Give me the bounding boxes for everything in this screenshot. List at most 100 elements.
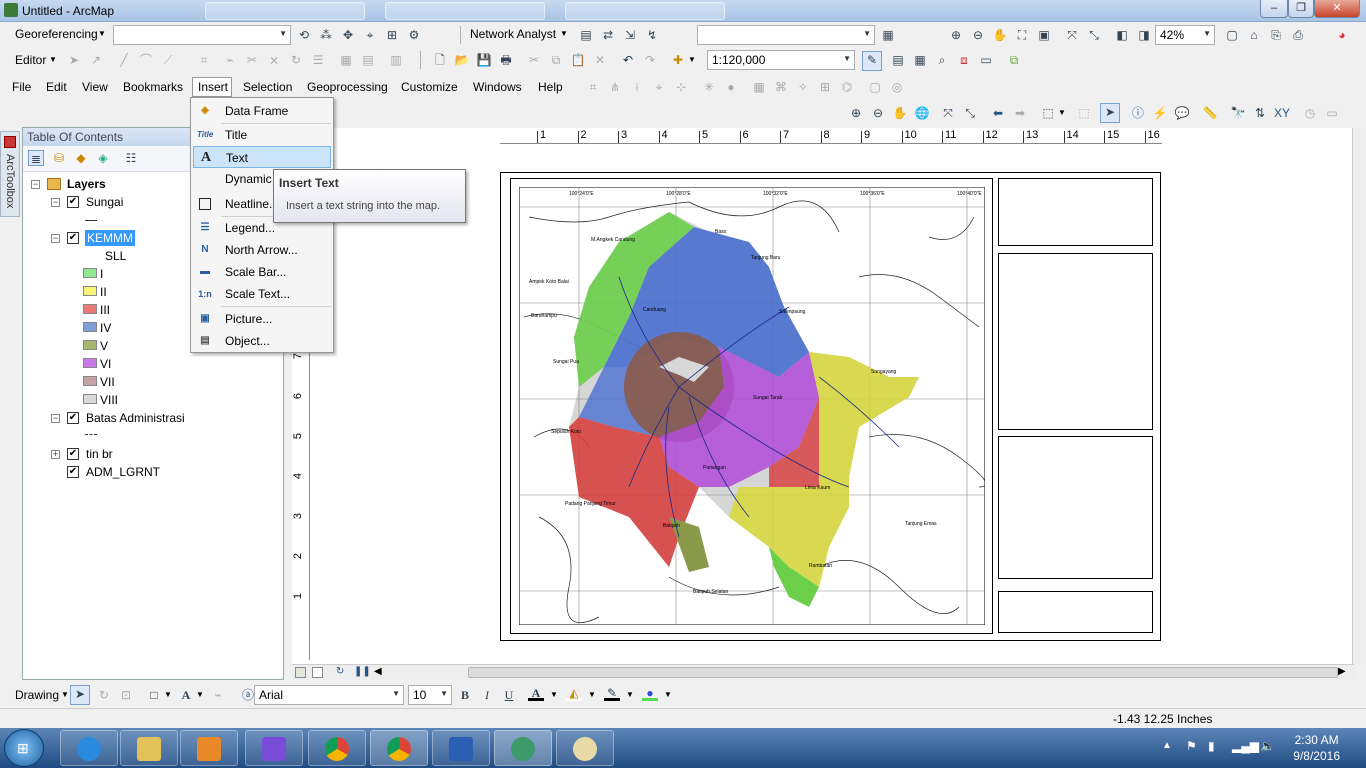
menu-selection[interactable]: Selection <box>243 80 292 94</box>
fixed-zoom-in-map-icon[interactable]: ⤧ <box>940 105 956 121</box>
taskbar-paint[interactable] <box>556 730 614 766</box>
pause-drawing-icon[interactable]: ❚❚ <box>354 666 371 677</box>
list-by-drawing-order-icon[interactable]: ≣ <box>28 150 44 166</box>
network-layer-combo[interactable]: ▼ <box>697 25 875 45</box>
chevron-down-icon[interactable]: ▼ <box>196 690 204 699</box>
scroll-left-icon[interactable]: ◀ <box>374 666 382 677</box>
menu-item-text[interactable]: A Text <box>193 146 331 168</box>
menu-help[interactable]: Help <box>538 80 563 94</box>
time-slider-icon[interactable]: ◷ <box>1302 105 1318 121</box>
html-popup-icon[interactable]: 💬 <box>1174 105 1190 121</box>
paste-icon[interactable]: 📋 <box>570 52 586 68</box>
trace-icon[interactable]: ⟋ <box>160 52 176 68</box>
editor-menu[interactable]: Editor <box>15 53 46 67</box>
menu-geoprocessing[interactable]: Geoprocessing <box>307 80 388 94</box>
move-points-icon[interactable]: ✥ <box>340 27 356 43</box>
legend-box[interactable] <box>998 253 1153 430</box>
show-hidden-icons-icon[interactable]: ▲ <box>1162 740 1172 751</box>
error-inspector-icon[interactable]: ✳ <box>701 79 717 95</box>
table-of-contents-icon[interactable]: ▤ <box>890 52 906 68</box>
attributes-icon[interactable]: ☰ <box>310 52 326 68</box>
menu-item-scale-text[interactable]: 1:n Scale Text... <box>193 283 331 305</box>
rotate-edit-icon[interactable]: ↻ <box>288 52 304 68</box>
edit-tool-icon[interactable]: ➤ <box>66 52 82 68</box>
menu-windows[interactable]: Windows <box>473 80 522 94</box>
copy-icon[interactable]: ⧉ <box>548 52 564 68</box>
taskbar-vs[interactable] <box>245 730 303 766</box>
edit-annotation-icon[interactable]: ↗ <box>88 52 104 68</box>
topology-icon[interactable]: ⌗ <box>585 79 601 95</box>
horizontal-scrollbar[interactable]: ↻ ❚❚ ◀ ▶ <box>292 664 1354 680</box>
link-icon[interactable]: ⌬ <box>839 79 855 95</box>
collapse-batas-icon[interactable]: − <box>51 414 60 423</box>
chevron-down-icon[interactable]: ▼ <box>550 690 558 699</box>
maximize-button[interactable]: ❐ <box>1288 0 1314 18</box>
topology-share-icon[interactable]: ⟊ <box>629 79 645 95</box>
sketch-properties-icon[interactable]: ▦ <box>338 52 354 68</box>
title-box[interactable] <box>998 178 1153 246</box>
layout-view-button[interactable] <box>312 667 323 678</box>
chevron-down-icon[interactable]: ▼ <box>664 690 672 699</box>
fixed-zoom-out-map-icon[interactable]: ⤡ <box>962 105 978 121</box>
identify-icon[interactable]: ⓘ <box>1130 105 1146 121</box>
pan-page-icon[interactable]: ✋ <box>992 27 1008 43</box>
list-by-source-icon[interactable]: ⛁ <box>51 150 67 166</box>
zoom-in-icon[interactable]: ⊕ <box>848 105 864 121</box>
font-name-combo[interactable]: Arial ▼ <box>254 685 404 705</box>
zoom-whole-page-icon[interactable]: ⛶ <box>1014 27 1030 43</box>
georeferencing-menu[interactable]: Georeferencing <box>15 27 98 41</box>
layout-zoom-combo[interactable]: 42% ▼ <box>1155 25 1215 45</box>
edit-cache-icon[interactable]: ▥ <box>388 52 404 68</box>
data-frame-layers[interactable]: Layers <box>67 177 106 191</box>
new-document-icon[interactable]: 🗋 <box>432 52 448 68</box>
action-center-icon[interactable]: ⚑ <box>1186 739 1197 753</box>
collapse-kemmm-icon[interactable]: − <box>51 234 60 243</box>
model-builder-icon[interactable]: ⧉ <box>1006 52 1022 68</box>
rotate-element-icon[interactable]: ↻ <box>96 687 112 703</box>
bold-button[interactable]: B <box>457 687 473 703</box>
italic-button[interactable]: I <box>479 687 495 703</box>
menu-item-north-arrow[interactable]: N North Arrow... <box>193 239 331 261</box>
list-by-selection-icon[interactable]: ◈ <box>95 150 111 166</box>
snap-settings-icon[interactable]: ◎ <box>889 79 905 95</box>
change-layout-icon[interactable]: ⎘ <box>1268 27 1284 43</box>
layout-page[interactable]: 100°24'0"E 100°28'0"E 100°32'0"E 100°36'… <box>500 172 1161 641</box>
chevron-down-icon[interactable]: ▼ <box>164 690 172 699</box>
menu-item-picture[interactable]: ▣ Picture... <box>193 308 331 330</box>
create-features-icon[interactable]: ▤ <box>360 52 376 68</box>
refresh-icon[interactable]: ↻ <box>336 666 344 677</box>
inset-map-box[interactable] <box>998 436 1153 579</box>
fixed-zoom-in-icon[interactable]: ⤧ <box>1064 27 1080 43</box>
underline-button[interactable]: U <box>501 687 517 703</box>
arctoolbox-tab[interactable]: ArcToolbox <box>0 131 20 217</box>
snap-icon[interactable]: ▢ <box>867 79 883 95</box>
data-view-button[interactable] <box>295 667 306 678</box>
layer-tin-br[interactable]: tin br <box>86 447 113 461</box>
chevron-down-icon[interactable]: ▼ <box>560 29 568 38</box>
drawing-menu[interactable]: Drawing <box>15 688 59 702</box>
adm-checkbox[interactable]: ✔ <box>67 466 79 478</box>
vertical-scrollbar[interactable] <box>1352 128 1366 664</box>
find-route-icon[interactable]: ⇅ <box>1252 105 1268 121</box>
zoom-to-selected-icon[interactable]: ⊡ <box>118 687 134 703</box>
python-window-icon[interactable]: ▭ <box>978 52 994 68</box>
forward-extent-icon[interactable]: ➡ <box>1012 105 1028 121</box>
globe-grey-icon[interactable]: ● <box>723 79 739 95</box>
layer-adm-lgrnt[interactable]: ADM_LGRNT <box>86 465 160 479</box>
text-tool-icon[interactable]: A <box>178 687 194 703</box>
menu-item-data-frame[interactable]: ◈ Data Frame <box>193 100 331 122</box>
focus-frame-icon[interactable]: ⌂ <box>1246 27 1262 43</box>
taskbar-arcmap[interactable] <box>494 730 552 766</box>
chevron-down-icon[interactable]: ▼ <box>588 690 596 699</box>
taskbar-explorer[interactable] <box>120 730 178 766</box>
menu-insert[interactable]: Insert <box>192 77 232 97</box>
network-arrow-icon[interactable]: ↯ <box>644 27 660 43</box>
end-point-arc-icon[interactable]: ⌒ <box>138 52 154 68</box>
batas-checkbox[interactable]: ✔ <box>67 412 79 424</box>
edit-vertices-icon[interactable]: ⌗ <box>196 52 212 68</box>
link-table-icon[interactable]: ⊞ <box>384 27 400 43</box>
full-extent-icon[interactable]: 🌐 <box>914 105 930 121</box>
next-extent-icon[interactable]: ◨ <box>1136 27 1152 43</box>
map-scale-combo[interactable]: 1:120,000 ▼ <box>707 50 855 70</box>
menu-customize[interactable]: Customize <box>401 80 458 94</box>
